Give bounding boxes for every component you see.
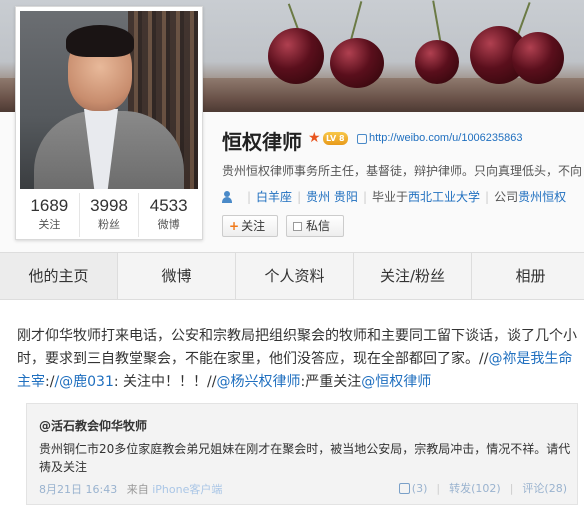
stat-followers[interactable]: 3998 粉丝 bbox=[80, 193, 140, 237]
mention-link[interactable]: @杨兴权律师 bbox=[217, 374, 301, 390]
cherry-stem bbox=[432, 0, 442, 46]
stat-label: 粉丝 bbox=[98, 218, 120, 231]
avatar[interactable] bbox=[20, 11, 198, 189]
post-text-segment: :严重关注 bbox=[300, 374, 362, 390]
comment-link[interactable]: 评论(28) bbox=[522, 480, 567, 496]
verified-star-icon[interactable]: ★ bbox=[308, 131, 322, 145]
tab-weibo[interactable]: 微博 bbox=[118, 253, 236, 299]
quoted-meta: 8月21日 16:43 来自 iPhone客户端 bbox=[39, 481, 222, 497]
cherry-stem bbox=[350, 1, 363, 41]
stat-following[interactable]: 1689 关注 bbox=[20, 193, 80, 237]
profile-description: 贵州恒权律师事务所主任，基督徒，辩护律师。只向真理低头，不向 bbox=[222, 164, 583, 178]
message-icon bbox=[293, 221, 302, 231]
source-prefix: 来自 bbox=[126, 483, 149, 496]
company-prefix: 公司 bbox=[494, 190, 519, 204]
message-label: 私信 bbox=[306, 219, 331, 233]
post-text: 刚才仰华牧师打来电话，公安和宗教局把组织聚会的牧师和主要同工留下谈话，谈了几个小… bbox=[17, 325, 579, 394]
divider: | bbox=[509, 481, 514, 495]
tab-album[interactable]: 相册 bbox=[472, 253, 584, 299]
school-prefix: 毕业于 bbox=[371, 190, 408, 204]
quoted-author[interactable]: @活石教会仰华牧师 bbox=[39, 417, 147, 434]
post-date[interactable]: 8月21日 16:43 bbox=[39, 483, 117, 496]
cherry bbox=[330, 38, 384, 88]
stat-label: 微博 bbox=[157, 218, 180, 231]
like-icon[interactable] bbox=[398, 482, 410, 494]
mention-link[interactable]: /@鹿031 bbox=[54, 374, 113, 390]
stat-posts[interactable]: 4533 微博 bbox=[139, 193, 198, 237]
avatar-hair bbox=[66, 25, 134, 57]
quoted-actions: (3) | 转发(102) | 评论(28) bbox=[398, 480, 567, 496]
stat-label: 关注 bbox=[38, 218, 61, 231]
divider: | bbox=[436, 481, 441, 495]
divider: | bbox=[485, 189, 490, 204]
location-link[interactable]: 贵州 贵阳 bbox=[306, 188, 358, 205]
profile-stats: 1689 关注 3998 粉丝 4533 微博 bbox=[20, 193, 198, 237]
quoted-text: 贵州铜仁市20多位家庭教会弟兄姐妹在刚才在聚会时，被当地公安局，宗教局冲击，情况… bbox=[39, 442, 571, 474]
divider: | bbox=[362, 189, 367, 204]
profile-info-row: | 白羊座 | 贵州 贵阳 | 毕业于 西北工业大学 | 公司 贵州恒权 bbox=[222, 188, 584, 205]
stat-value: 3998 bbox=[90, 196, 128, 215]
mention-link[interactable]: @恒权律师 bbox=[361, 374, 431, 390]
follow-button[interactable]: + 关注 bbox=[222, 215, 278, 237]
like-count[interactable]: (3) bbox=[412, 482, 428, 495]
tab-home[interactable]: 他的主页 bbox=[0, 253, 118, 299]
school-link[interactable]: 西北工业大学 bbox=[408, 188, 480, 205]
divider: | bbox=[247, 189, 252, 204]
constellation-link[interactable]: 白羊座 bbox=[256, 188, 292, 205]
follow-label: 关注 bbox=[241, 219, 266, 233]
cherry bbox=[268, 28, 324, 84]
message-button[interactable]: 私信 bbox=[286, 215, 344, 237]
stat-value: 1689 bbox=[30, 196, 69, 215]
cherry bbox=[415, 40, 459, 84]
cherry bbox=[512, 32, 564, 84]
tab-profile[interactable]: 个人资料 bbox=[236, 253, 354, 299]
repost-link[interactable]: 转发(102) bbox=[449, 480, 501, 496]
source-link[interactable]: iPhone客户端 bbox=[152, 483, 222, 496]
divider: | bbox=[297, 189, 302, 204]
company-link[interactable]: 贵州恒权 bbox=[518, 188, 566, 205]
person-icon bbox=[222, 190, 232, 203]
profile-nav: 他的主页 微博 个人资料 关注/粉丝 相册 bbox=[0, 252, 584, 300]
avatar-card: 1689 关注 3998 粉丝 4533 微博 bbox=[15, 6, 203, 240]
level-badge[interactable]: LV 8 bbox=[323, 132, 348, 145]
stat-value: 4533 bbox=[149, 196, 188, 215]
plus-icon: + bbox=[229, 219, 240, 233]
quoted-post: @活石教会仰华牧师 贵州铜仁市20多位家庭教会弟兄姐妹在刚才在聚会时，被当地公安… bbox=[26, 403, 578, 505]
post-text-segment: : 关注中！！！// bbox=[113, 374, 217, 390]
tab-follow[interactable]: 关注/粉丝 bbox=[354, 253, 472, 299]
profile-url[interactable]: http://weibo.com/u/1006235863 bbox=[369, 132, 523, 144]
profile-name: 恒权律师 bbox=[222, 130, 302, 154]
link-icon bbox=[357, 134, 367, 144]
